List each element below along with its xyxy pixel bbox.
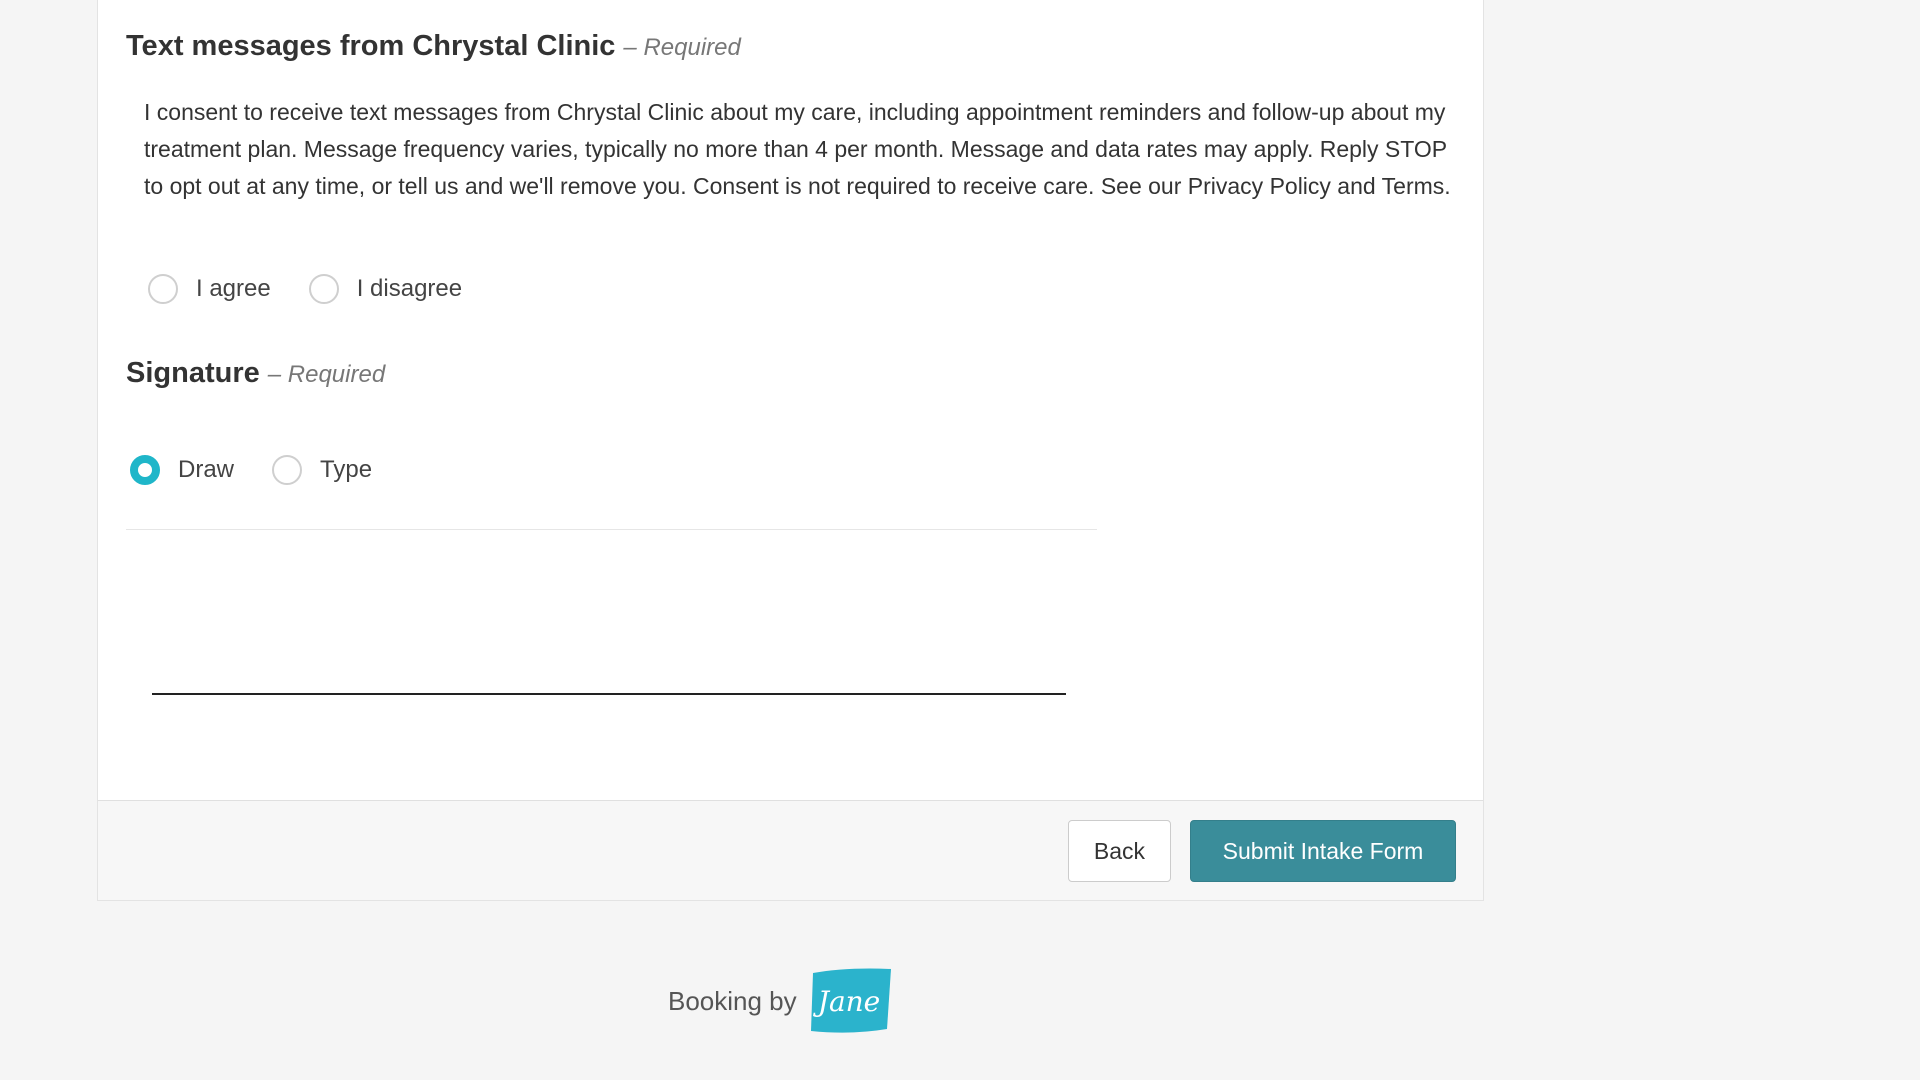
radio-option-disagree[interactable]: I disagree <box>308 274 462 304</box>
signature-line <box>152 693 1066 695</box>
radio-option-agree[interactable]: I agree <box>148 274 271 304</box>
signature-title: Signature <box>126 357 260 389</box>
radio-option-draw[interactable]: Draw <box>130 455 234 485</box>
signature-heading: Signature – Required <box>126 357 385 390</box>
jane-logo-text: Jane <box>812 985 880 1018</box>
jane-logo-icon[interactable]: Jane <box>807 965 893 1037</box>
sms-consent-required-note: – Required <box>623 34 741 61</box>
radio-agree[interactable] <box>148 274 178 304</box>
radio-draw[interactable] <box>130 455 160 485</box>
radio-option-type[interactable]: Type <box>272 455 372 485</box>
radio-type-label[interactable]: Type <box>320 456 372 484</box>
back-button[interactable]: Back <box>1068 820 1171 882</box>
sms-consent-title: Text messages from Chrystal Clinic <box>126 30 616 62</box>
radio-type[interactable] <box>272 455 303 485</box>
radio-disagree-label[interactable]: I disagree <box>357 275 462 303</box>
sms-consent-heading: Text messages from Chrystal Clinic – Requ… <box>126 30 741 63</box>
signature-divider <box>126 529 1097 530</box>
sms-consent-text: I consent to receive text messages from … <box>144 99 1451 199</box>
signature-required-note: – Required <box>267 361 386 388</box>
booking-by-text: Booking by <box>668 985 797 1016</box>
booking-branding: Booking by Jane <box>668 965 893 1037</box>
radio-draw-label[interactable]: Draw <box>178 456 234 484</box>
sms-consent-radio-group: I agree I disagree <box>148 274 500 304</box>
radio-disagree[interactable] <box>308 274 339 304</box>
form-footer: Back Submit Intake Form <box>97 800 1484 901</box>
submit-intake-form-button[interactable]: Submit Intake Form <box>1190 820 1456 882</box>
radio-agree-label[interactable]: I agree <box>196 275 271 303</box>
signature-pad[interactable] <box>126 531 1097 731</box>
signature-mode-radio-group: Draw Type <box>130 455 410 485</box>
intake-form-card: Text messages from Chrystal Clinic – Requ… <box>97 0 1484 901</box>
